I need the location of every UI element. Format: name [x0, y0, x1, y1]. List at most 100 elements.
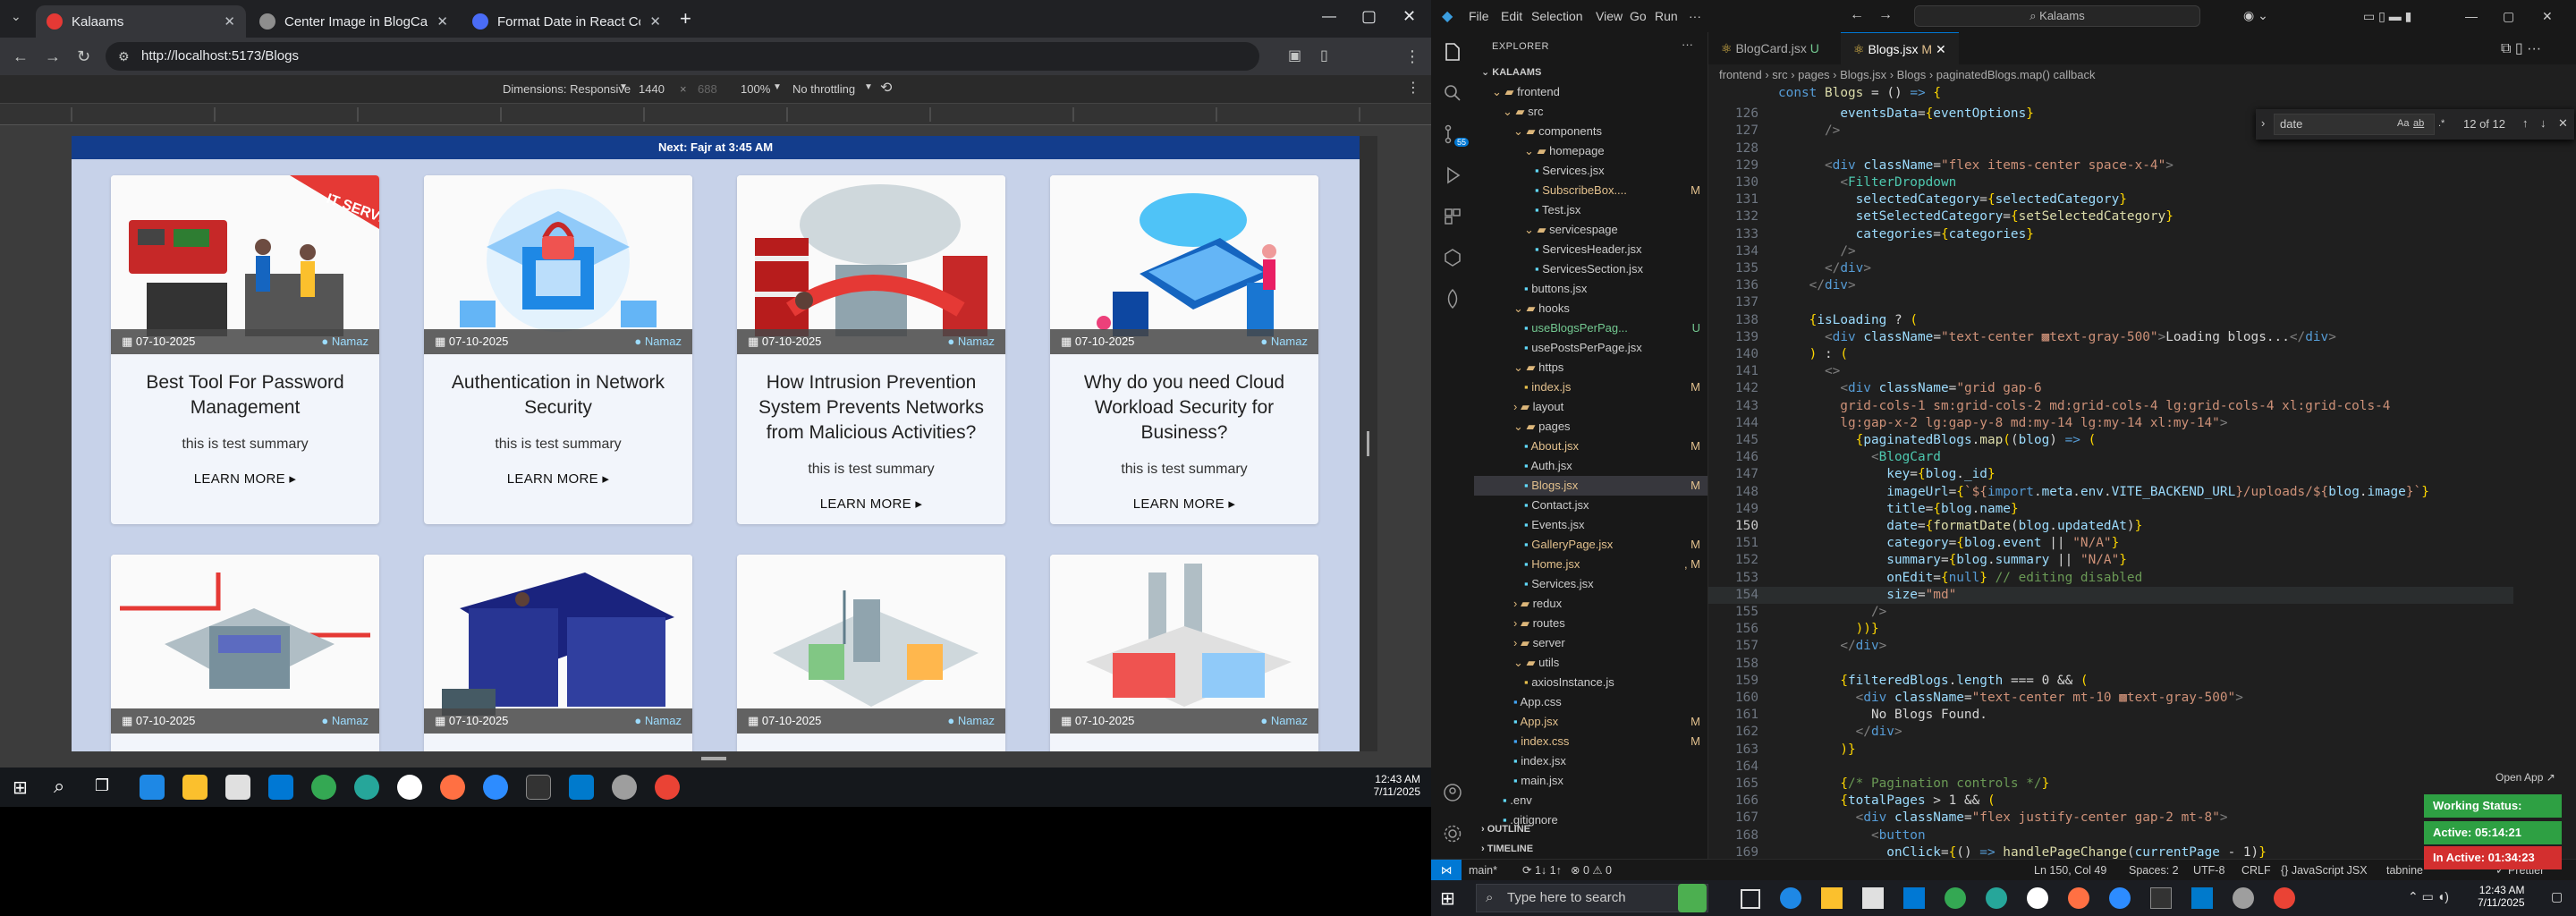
app-taskbar-icon[interactable]: [354, 775, 379, 800]
code-line[interactable]: </div>: [1778, 278, 1856, 293]
terminal-taskbar-icon[interactable]: [2150, 887, 2172, 909]
timeline-section[interactable]: › TIMELINE: [1481, 839, 1533, 859]
code-line[interactable]: <BlogCard: [1778, 450, 1941, 464]
code-line[interactable]: grid-cols-1 sm:grid-cols-2 md:grid-cols-…: [1778, 399, 2390, 413]
menu-go[interactable]: Go: [1630, 9, 1647, 23]
close-find-icon[interactable]: ✕: [2558, 116, 2568, 131]
file-tree-item[interactable]: ▪ Contact.jsx: [1474, 496, 1707, 515]
blog-card[interactable]: ▦ 07-10-2025 ● Namaz: [737, 555, 1005, 751]
encoding[interactable]: UTF-8: [2193, 860, 2224, 880]
file-tree-item[interactable]: ⌄ ▰ src: [1474, 102, 1707, 122]
code-line[interactable]: />: [1778, 244, 1855, 259]
menu-edit[interactable]: Edit: [1501, 9, 1522, 23]
code-line[interactable]: />: [1778, 123, 1840, 138]
code-line[interactable]: <div className="flex items-center space-…: [1778, 158, 2174, 173]
close-window-button[interactable]: ✕: [1402, 7, 1416, 26]
git-branch[interactable]: main*: [1469, 860, 1497, 880]
file-tree-item[interactable]: ⌄ ▰ components: [1474, 122, 1707, 141]
search-icon[interactable]: ⌕: [54, 775, 64, 798]
extensions-icon[interactable]: [1442, 206, 1463, 227]
blog-card[interactable]: ▦ 07-10-2025 ● Namaz How Intrusion Preve…: [737, 175, 1005, 524]
vscode-maximize-button[interactable]: ▢: [2503, 9, 2514, 24]
code-line[interactable]: )}: [1778, 742, 1855, 757]
file-tree-item[interactable]: ▪ index.js M: [1474, 377, 1707, 397]
regex-icon[interactable]: .*: [2438, 118, 2445, 129]
sticky-scroll-line[interactable]: const Blogs = () => {: [1778, 86, 1941, 100]
tab-blogs[interactable]: ⚛ Blogs.jsx M ✕: [1841, 32, 1959, 64]
edge-taskbar-icon[interactable]: [1780, 887, 1801, 909]
blog-card[interactable]: ▦ 07-10-2025 ● Namaz Why do you need Clo…: [1050, 175, 1318, 524]
card-title[interactable]: Best Tool For Password Management: [125, 370, 365, 420]
code-line[interactable]: <>: [1778, 364, 1840, 378]
notifications-icon[interactable]: ▢: [2551, 889, 2563, 904]
windows-start-icon[interactable]: ⊞: [13, 776, 28, 799]
extension-icon[interactable]: ▣: [1288, 38, 1301, 75]
card-title[interactable]: Authentication in Network Security: [438, 370, 678, 420]
throttling-dropdown[interactable]: No throttling: [792, 82, 855, 96]
toggle-replace-icon[interactable]: ›: [2261, 116, 2265, 130]
code-line[interactable]: </div>: [1778, 261, 1871, 276]
width-input[interactable]: 1440: [639, 82, 665, 96]
search-icon[interactable]: [1442, 82, 1463, 104]
file-tree-item[interactable]: ▪ Services.jsx: [1474, 161, 1707, 181]
copilot-icon[interactable]: ◉ ⌄: [2243, 8, 2268, 23]
site-info-icon[interactable]: ⚙: [118, 42, 130, 71]
file-tree-item[interactable]: ⌄ ▰ pages: [1474, 417, 1707, 437]
outline-section[interactable]: › OUTLINE: [1481, 819, 1530, 839]
command-center[interactable]: ⌕ Kalaams: [1914, 5, 2200, 27]
line-ending[interactable]: CRLF: [2241, 860, 2271, 880]
code-line[interactable]: No Blogs Found.: [1778, 708, 1987, 722]
start-button[interactable]: ⊞: [1431, 880, 1467, 916]
viewport-resize-handle[interactable]: [1360, 136, 1377, 751]
file-explorer-taskbar-icon[interactable]: [182, 775, 208, 800]
maximize-button[interactable]: ▢: [1361, 7, 1377, 26]
tab-blogcard[interactable]: ⚛ BlogCard.jsx U: [1708, 32, 1832, 64]
file-tree-item[interactable]: ▪ index.css M: [1474, 732, 1707, 751]
code-line[interactable]: eventsData={eventOptions}: [1778, 106, 2034, 121]
code-line[interactable]: />: [1778, 605, 1886, 619]
code-line[interactable]: <div className="flex justify-center gap-…: [1778, 810, 2228, 825]
code-line[interactable]: selectedCategory={selectedCategory}: [1778, 192, 2127, 207]
remote-icon[interactable]: [1442, 247, 1463, 268]
height-input[interactable]: 688: [698, 82, 717, 96]
forward-icon[interactable]: →: [45, 38, 61, 75]
device-menu-icon[interactable]: ⋮: [1406, 79, 1420, 97]
file-tree-item[interactable]: › ▰ layout: [1474, 397, 1707, 417]
indentation[interactable]: Spaces: 2: [2129, 860, 2179, 880]
file-tree-item[interactable]: ▪ Events.jsx: [1474, 515, 1707, 535]
code-line[interactable]: summary={blog.summary || "N/A"}: [1778, 553, 2127, 567]
file-tree-item[interactable]: ▪ About.jsx M: [1474, 437, 1707, 456]
layout-icon[interactable]: ▭ ▯ ▬ ▮: [2363, 9, 2411, 24]
minimize-button[interactable]: —: [1322, 9, 1336, 25]
learn-more-link[interactable]: LEARN MORE ▸: [751, 496, 991, 512]
app2-taskbar-icon[interactable]: [2233, 887, 2254, 909]
learn-more-link[interactable]: LEARN MORE ▸: [438, 471, 678, 487]
explorer-root[interactable]: ⌄ KALAAMS: [1481, 63, 1541, 82]
whole-word-icon[interactable]: ab: [2413, 118, 2424, 129]
file-tree-item[interactable]: › ▰ server: [1474, 633, 1707, 653]
blog-card[interactable]: ▦ 07-10-2025 ● Namaz: [1050, 555, 1318, 751]
code-line[interactable]: {totalPages > 1 && (: [1778, 793, 1995, 808]
file-tree-item[interactable]: ▪ Home.jsx, M: [1474, 555, 1707, 574]
match-case-icon[interactable]: Aa: [2397, 118, 2409, 129]
file-tree-item[interactable]: ▪ Test.jsx: [1474, 200, 1707, 220]
zoom-taskbar-icon[interactable]: [483, 775, 508, 800]
code-line[interactable]: <div className="grid gap-6: [1778, 381, 2041, 395]
taskbar-search-box[interactable]: ⌕ Type here to search: [1476, 884, 1708, 912]
code-line[interactable]: ))}: [1778, 622, 1879, 636]
store-taskbar-icon[interactable]: [225, 775, 250, 800]
learn-more-link[interactable]: LEARN MORE ▸: [125, 471, 365, 487]
blog-card[interactable]: ▦ 07-10-2025 ● Namaz: [111, 555, 379, 751]
chrome-taskbar-icon[interactable]: [311, 775, 336, 800]
menu-selection[interactable]: Selection: [1531, 9, 1583, 23]
file-tree-item[interactable]: ⌄ ▰ https: [1474, 358, 1707, 377]
code-line[interactable]: </div>: [1778, 639, 1886, 653]
address-bar[interactable]: ⚙ http://localhost:5173/Blogs: [106, 42, 1259, 71]
close-tab-icon[interactable]: ✕: [224, 13, 235, 30]
code-line[interactable]: ) : (: [1778, 347, 1848, 361]
tab-kalaams[interactable]: Kalaams ✕: [36, 5, 246, 38]
file-tree-item[interactable]: ▪ Services.jsx: [1474, 574, 1707, 594]
nav-back-icon[interactable]: ←: [1850, 7, 1864, 23]
file-tree-item[interactable]: ▪ useBlogsPerPag... U: [1474, 318, 1707, 338]
code-line[interactable]: <button: [1778, 828, 1926, 843]
